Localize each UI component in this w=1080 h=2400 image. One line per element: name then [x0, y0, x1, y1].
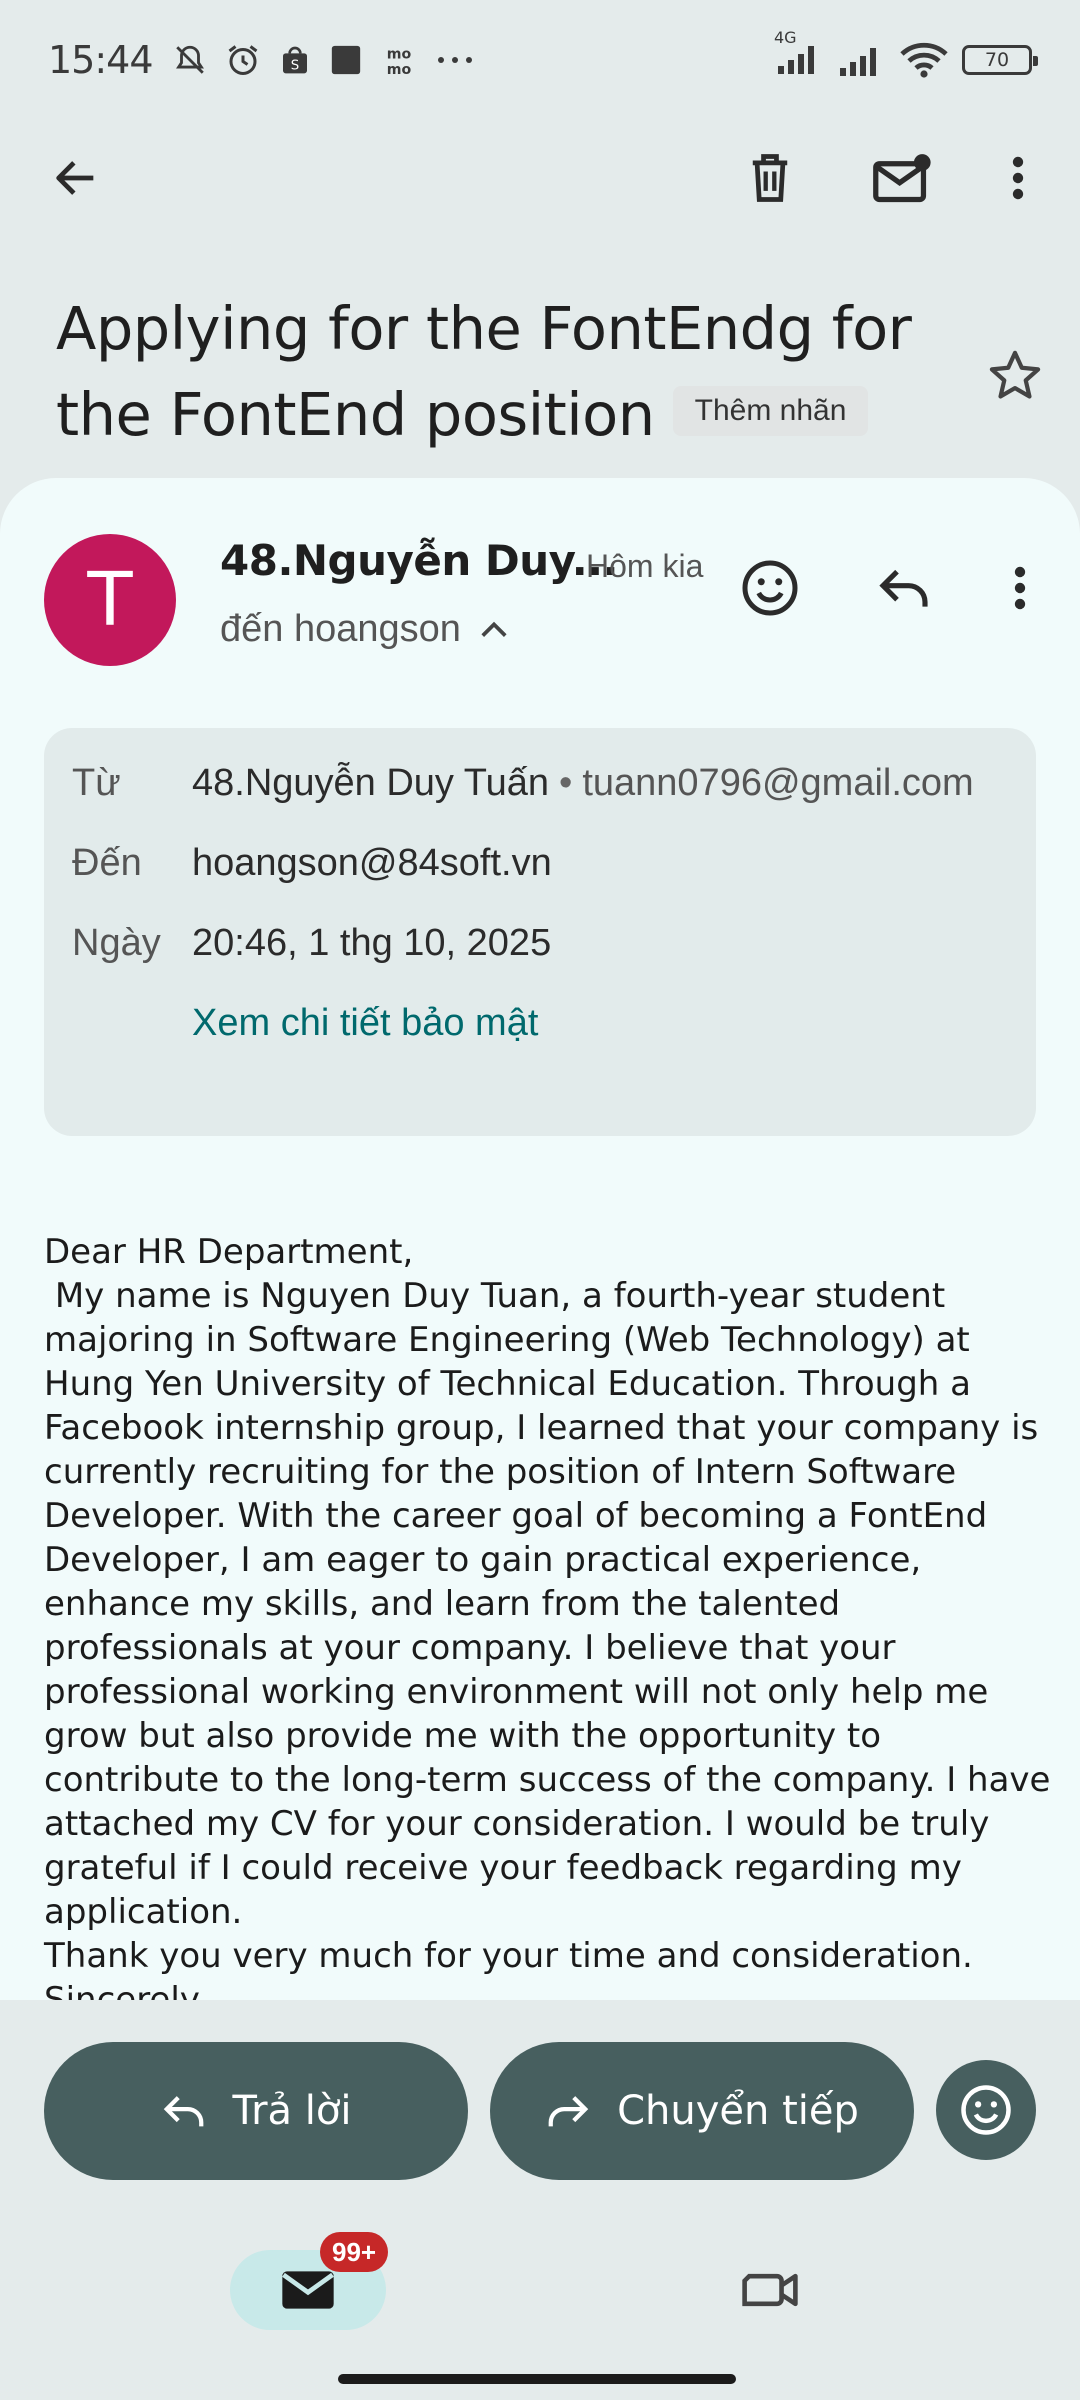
gesture-bar[interactable]	[338, 2374, 736, 2384]
alarm-icon	[228, 45, 257, 75]
app-icon	[331, 45, 360, 75]
status-notification-icons: S mo mo	[173, 42, 475, 78]
battery-level: 70	[984, 49, 1010, 71]
status-time: 15:44	[48, 38, 154, 82]
battery-icon: 70	[962, 45, 1038, 75]
add-label-chip[interactable]: Thêm nhãn	[672, 385, 869, 436]
from-email[interactable]: tuann0796@gmail.com	[582, 762, 973, 804]
detail-to-row: Đến hoangson@84soft.vn	[72, 842, 552, 885]
network-type: 4G	[774, 28, 797, 47]
from-name: 48.Nguyễn Duy Tuấn	[192, 762, 550, 804]
detail-from-row: Từ 48.Nguyễn Duy Tuấn • tuann0796@gmail.co…	[72, 762, 974, 805]
email-subject: Applying for the FontEndg for the FontEn…	[56, 286, 936, 458]
svg-text:mo: mo	[386, 47, 411, 63]
more-dots	[437, 57, 472, 63]
emoji-reaction-button[interactable]	[936, 2060, 1036, 2160]
message-more-button[interactable]	[980, 548, 1060, 628]
nav-meet-tab[interactable]	[730, 2250, 810, 2330]
reply-pill-button[interactable]: Trả lời	[44, 2042, 468, 2180]
video-camera-icon	[742, 2273, 798, 2307]
mail-unread-icon	[873, 154, 931, 203]
delete-button[interactable]	[730, 138, 810, 218]
reply-label: Trả lời	[232, 2088, 352, 2134]
to-value[interactable]: hoangson@84soft.vn	[192, 842, 552, 885]
signal-icon	[840, 48, 876, 76]
reply-icon	[879, 569, 928, 607]
nav-mail-tab[interactable]: 99+	[230, 2232, 389, 2330]
from-label: Từ	[72, 762, 121, 804]
detail-date-row: Ngày 20:46, 1 thg 10, 2025	[72, 922, 551, 965]
signal-4g-icon: 4G	[772, 28, 822, 78]
bottom-navigation: 99+	[0, 2222, 1080, 2400]
date-label: Ngày	[72, 922, 161, 964]
recipient-text: đến hoangson	[220, 608, 461, 650]
more-vert-icon	[1014, 566, 1026, 610]
separator-dot: •	[559, 762, 573, 804]
recipient-toggle[interactable]: đến hoangson	[220, 608, 509, 651]
message-time: Hôm kia	[586, 548, 704, 584]
date-value: 20:46, 1 thg 10, 2025	[192, 922, 552, 964]
reply-button[interactable]	[864, 548, 944, 628]
momo-icon: momo	[386, 47, 411, 77]
forward-icon	[548, 2096, 589, 2127]
unread-count-badge: 99+	[320, 2232, 389, 2272]
mute-icon	[175, 45, 204, 74]
star-button[interactable]	[975, 335, 1055, 415]
mail-icon	[282, 2271, 334, 2309]
top-app-bar	[0, 130, 1080, 230]
forward-pill-button[interactable]: Chuyển tiếp	[490, 2042, 914, 2180]
mark-unread-button[interactable]	[862, 138, 942, 218]
sender-name[interactable]: 48.Nguyễn Duy...	[220, 536, 619, 585]
emoji-icon	[961, 2085, 1011, 2135]
star-icon	[989, 350, 1041, 399]
from-value: 48.Nguyễn Duy Tuấn • tuann0796@gmail.com	[192, 762, 974, 805]
email-body: Dear HR Department, My name is Nguyen Du…	[44, 1232, 1051, 2000]
chevron-up-icon	[481, 621, 507, 637]
shopee-icon: S	[282, 46, 307, 74]
more-vert-icon	[1012, 156, 1024, 200]
back-button[interactable]	[36, 138, 116, 218]
message-sheet: T 48.Nguyễn Duy... Hôm kia đến hoangson …	[0, 478, 1080, 2000]
trash-icon	[752, 154, 788, 202]
forward-label: Chuyển tiếp	[617, 2088, 859, 2134]
security-details-link[interactable]: Xem chi tiết bảo mật	[192, 1002, 538, 1045]
more-options-button[interactable]	[978, 138, 1058, 218]
bottom-action-bar: Trả lời Chuyển tiếp	[0, 2000, 1080, 2222]
status-system-icons: 4G 70	[772, 28, 1038, 78]
react-emoji-button[interactable]	[730, 548, 810, 628]
avatar[interactable]: T	[44, 534, 176, 666]
wifi-icon	[900, 42, 948, 78]
status-bar: 15:44 S mo mo 4G 70	[0, 0, 1080, 120]
message-details-card: Từ 48.Nguyễn Duy Tuấn • tuann0796@gmail.co…	[44, 728, 1036, 1136]
reply-icon	[163, 2096, 203, 2127]
emoji-icon	[742, 560, 798, 616]
svg-text:mo: mo	[386, 62, 411, 77]
svg-text:S: S	[290, 58, 298, 73]
to-label: Đến	[72, 842, 142, 884]
avatar-letter: T	[87, 557, 133, 643]
back-arrow-icon	[56, 161, 94, 195]
